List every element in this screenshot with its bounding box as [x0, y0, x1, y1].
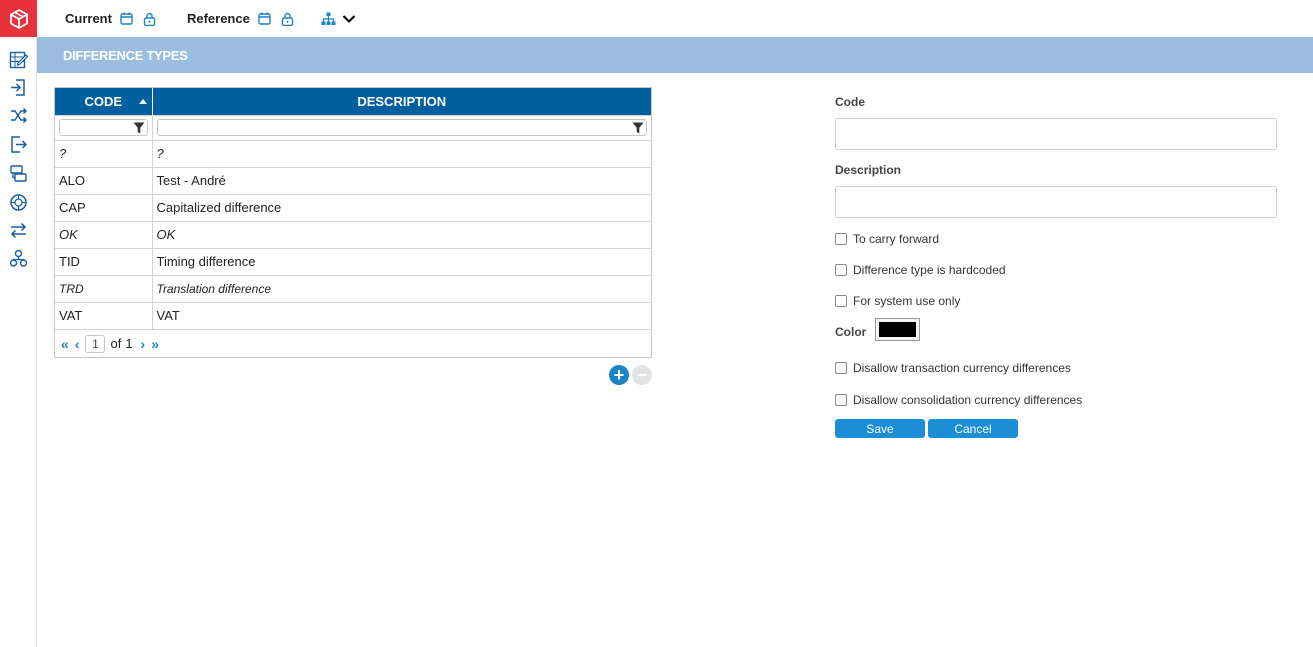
hardcoded-checkbox[interactable]: Difference type is hardcoded [835, 263, 1006, 277]
checkbox-box[interactable] [835, 362, 847, 374]
code-cell: CAP [55, 193, 153, 221]
table-row[interactable]: ALO Test - André [55, 166, 651, 194]
pager-total-pages: 1 [125, 336, 133, 351]
current-period-group: Current [65, 11, 158, 27]
import-icon[interactable] [8, 77, 29, 98]
description-filter-input[interactable] [156, 119, 647, 136]
code-cell: OK [55, 220, 153, 248]
code-field[interactable] [835, 118, 1277, 150]
hierarchy-selector[interactable] [314, 11, 357, 27]
checkbox-label: Difference type is hardcoded [853, 263, 1006, 277]
description-cell: Test - André [152, 166, 651, 194]
description-cell: Translation difference [152, 274, 651, 302]
reference-period-group: Reference [187, 11, 296, 27]
shuffle-icon[interactable] [8, 105, 29, 126]
next-page-icon[interactable]: › [141, 336, 146, 352]
code-cell: TID [55, 247, 153, 275]
layers-icon[interactable] [8, 163, 29, 184]
lock-icon[interactable] [280, 11, 296, 27]
table-row[interactable]: ? ? [55, 139, 651, 167]
cube-logo-icon [9, 8, 28, 29]
filter-icon[interactable] [133, 122, 145, 134]
checkbox-label: To carry forward [853, 232, 940, 246]
checkbox-label: Disallow consolidation currency differen… [853, 393, 1083, 407]
add-row-button[interactable]: + [609, 365, 629, 385]
code-cell: TRD [55, 274, 153, 302]
disallow-consolidation-checkbox[interactable]: Disallow consolidation currency differen… [835, 393, 1082, 407]
checkbox-box[interactable] [835, 264, 847, 276]
sort-ascending-icon [138, 99, 147, 104]
export-icon[interactable] [8, 134, 29, 155]
description-cell: OK [152, 220, 651, 248]
first-page-icon[interactable]: « [61, 336, 69, 352]
table-row[interactable]: TID Timing difference [55, 247, 651, 275]
table-row[interactable]: CAP Capitalized difference [55, 193, 651, 221]
difference-types-grid: CODE DESCRIPTION ? ? ALO Test - André CA… [54, 87, 652, 358]
column-header-description[interactable]: DESCRIPTION [152, 88, 651, 115]
edit-sheet-icon[interactable] [8, 49, 29, 70]
column-header-label: DESCRIPTION [357, 93, 447, 109]
code-cell: ? [55, 139, 153, 167]
carry-forward-checkbox[interactable]: To carry forward [835, 232, 939, 246]
save-button[interactable]: Save [835, 419, 925, 438]
table-row[interactable]: VAT VAT [55, 301, 651, 329]
table-row[interactable]: TRD Translation difference [55, 274, 651, 302]
description-field[interactable] [835, 186, 1277, 218]
code-cell: VAT [55, 301, 153, 329]
filter-cell [152, 114, 651, 140]
table-row[interactable]: OK OK [55, 220, 651, 248]
filter-icon[interactable] [632, 122, 644, 134]
org-structure-icon[interactable] [8, 248, 29, 269]
color-picker[interactable] [875, 318, 920, 341]
checkbox-box[interactable] [835, 233, 847, 245]
minus-icon: − [636, 365, 648, 385]
filter-row [55, 114, 651, 140]
chevron-down-icon[interactable] [341, 11, 357, 27]
system-use-checkbox[interactable]: For system use only [835, 294, 960, 308]
plus-icon: + [613, 365, 625, 385]
checkbox-box[interactable] [835, 394, 847, 406]
pager-of-label: of [110, 336, 122, 351]
description-cell: Timing difference [152, 247, 651, 275]
globe-icon[interactable] [8, 192, 29, 213]
calendar-icon[interactable] [119, 11, 135, 27]
disallow-transaction-checkbox[interactable]: Disallow transaction currency difference… [835, 361, 1071, 375]
description-cell: VAT [152, 301, 651, 329]
hierarchy-icon[interactable] [321, 11, 337, 27]
pager: « ‹ 1 of 1 › » [55, 329, 651, 357]
top-toolbar: Current Reference [37, 0, 1313, 37]
description-cell: ? [152, 139, 651, 167]
color-label: Color [835, 325, 867, 339]
description-label: Description [835, 163, 902, 177]
app-logo[interactable] [0, 0, 37, 37]
remove-row-button: − [632, 365, 652, 385]
color-swatch-fill [879, 322, 916, 337]
description-cell: Capitalized difference [152, 193, 651, 221]
column-header-code[interactable]: CODE [55, 88, 153, 115]
cancel-button[interactable]: Cancel [928, 419, 1018, 438]
lock-icon[interactable] [142, 11, 158, 27]
calendar-icon[interactable] [257, 11, 273, 27]
sidebar [0, 0, 37, 647]
current-label: Current [65, 11, 112, 26]
section-header: DIFFERENCE TYPES [37, 37, 1313, 73]
column-header-label: CODE [84, 93, 123, 109]
code-cell: ALO [55, 166, 153, 194]
section-title: DIFFERENCE TYPES [63, 47, 188, 63]
transfer-icon[interactable] [8, 220, 29, 241]
last-page-icon[interactable]: » [151, 336, 159, 352]
filter-cell [55, 114, 153, 140]
page-number-input[interactable]: 1 [85, 334, 106, 353]
code-label: Code [835, 95, 865, 109]
checkbox-label: Disallow transaction currency difference… [853, 361, 1071, 375]
code-filter-input[interactable] [59, 119, 148, 136]
checkbox-label: For system use only [853, 294, 961, 308]
previous-page-icon[interactable]: ‹ [75, 336, 80, 352]
checkbox-box[interactable] [835, 295, 847, 307]
reference-label: Reference [186, 11, 250, 26]
